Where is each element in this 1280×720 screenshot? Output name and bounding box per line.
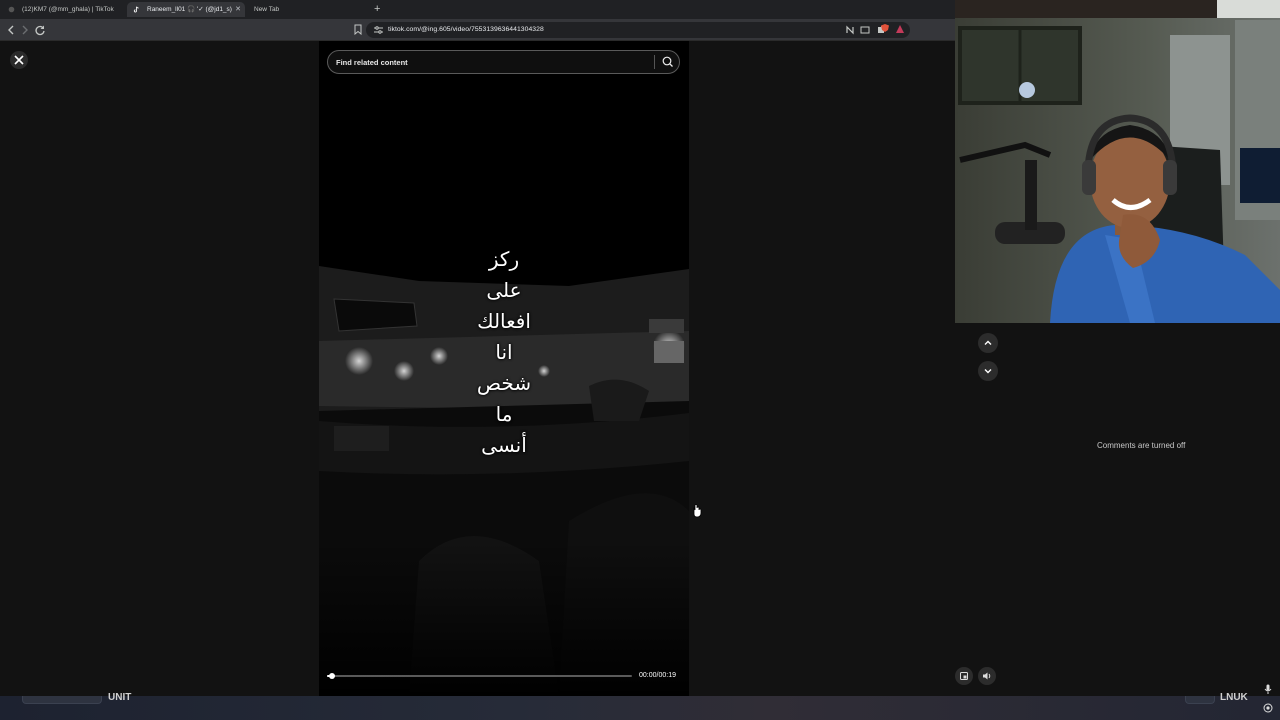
webcam-overlay bbox=[955, 0, 1280, 323]
extension-n-icon[interactable] bbox=[845, 25, 855, 35]
close-button[interactable] bbox=[10, 51, 28, 69]
cast-icon[interactable] bbox=[860, 25, 870, 35]
progress-bar[interactable] bbox=[327, 673, 632, 679]
browser-toolbar: tiktok.com/@ing.605/video/75531396364413… bbox=[0, 19, 955, 41]
browser-tab-bar: (12)KM7 (@mm_ghala) | TikTok Raneem_ll01… bbox=[0, 0, 955, 19]
comments-status: Comments are turned off bbox=[1097, 441, 1186, 450]
volume-icon bbox=[983, 672, 991, 680]
search-icon bbox=[662, 56, 673, 67]
tiktok-favicon-icon bbox=[8, 6, 15, 13]
search-input[interactable] bbox=[336, 51, 646, 73]
browser-tab-tiktok-1[interactable]: (12)KM7 (@mm_ghala) | TikTok bbox=[2, 2, 124, 17]
next-video-button[interactable] bbox=[978, 361, 998, 381]
browser-tab-new[interactable]: New Tab bbox=[248, 2, 368, 17]
tiktok-video-page: ركز على افعالك انا شخص ما أنسى 00:00/00:… bbox=[0, 41, 955, 696]
time-display: 00:00/00:19 bbox=[639, 672, 676, 679]
video-player[interactable]: ركز على افعالك انا شخص ما أنسى 00:00/00:… bbox=[319, 41, 689, 696]
site-info-icon[interactable] bbox=[374, 26, 383, 34]
target-icon[interactable] bbox=[1263, 703, 1273, 713]
taskbar-item[interactable] bbox=[1185, 696, 1215, 704]
reload-icon[interactable] bbox=[32, 22, 48, 38]
caption-line: انا bbox=[495, 340, 513, 364]
taskbar-item[interactable] bbox=[22, 696, 102, 704]
taskbar-label-left: UNIT bbox=[108, 692, 132, 703]
chevron-up-icon bbox=[984, 340, 992, 345]
video-caption: ركز على افعالك انا شخص ما أنسى bbox=[414, 244, 594, 461]
new-tab-icon[interactable]: + bbox=[374, 2, 380, 17]
miniplayer-icon bbox=[960, 672, 968, 680]
browser-tab-tiktok-2[interactable]: Raneem_ll01 🎧 '✓ (@jd1_s) ✕ bbox=[127, 2, 245, 17]
brave-rewards-icon[interactable] bbox=[895, 24, 905, 34]
tab-close-icon[interactable]: ✕ bbox=[235, 2, 241, 17]
previous-video-button[interactable] bbox=[978, 333, 998, 353]
miniplayer-button[interactable] bbox=[955, 667, 973, 685]
caption-line: ما bbox=[495, 402, 513, 426]
brave-shield-icon[interactable] bbox=[880, 23, 890, 33]
taskbar-label-right: LNUK bbox=[1220, 692, 1248, 703]
tab-label: (12)KM7 (@mm_ghala) | TikTok bbox=[22, 6, 114, 13]
bookmark-icon[interactable] bbox=[354, 24, 362, 35]
caption-line: ركز bbox=[488, 247, 520, 271]
caption-line: شخص bbox=[476, 371, 532, 395]
microphone-icon[interactable] bbox=[1263, 684, 1273, 694]
caption-line: افعالك bbox=[477, 309, 531, 333]
progress-thumb[interactable] bbox=[329, 673, 335, 679]
tiktok-favicon-icon bbox=[133, 6, 139, 13]
search-button[interactable] bbox=[658, 53, 678, 71]
address-bar[interactable]: tiktok.com/@ing.605/video/75531396364413… bbox=[366, 22, 910, 38]
search-box bbox=[327, 50, 680, 74]
search-divider bbox=[654, 55, 655, 69]
close-icon bbox=[14, 55, 24, 65]
mouse-cursor-icon bbox=[693, 504, 702, 518]
url-text: tiktok.com/@ing.605/video/75531396364413… bbox=[388, 26, 544, 33]
volume-button[interactable] bbox=[978, 667, 996, 685]
caption-line: على bbox=[486, 278, 522, 302]
tab-label: Raneem_ll01 🎧 '✓ (@jd1_s) bbox=[147, 6, 232, 13]
tab-label: New Tab bbox=[254, 6, 280, 13]
chevron-down-icon bbox=[984, 369, 992, 374]
forward-icon[interactable] bbox=[17, 22, 33, 38]
taskbar: UNIT LNUK bbox=[0, 684, 1280, 720]
webcam-video bbox=[955, 0, 1280, 323]
caption-line: أنسى bbox=[481, 433, 527, 457]
